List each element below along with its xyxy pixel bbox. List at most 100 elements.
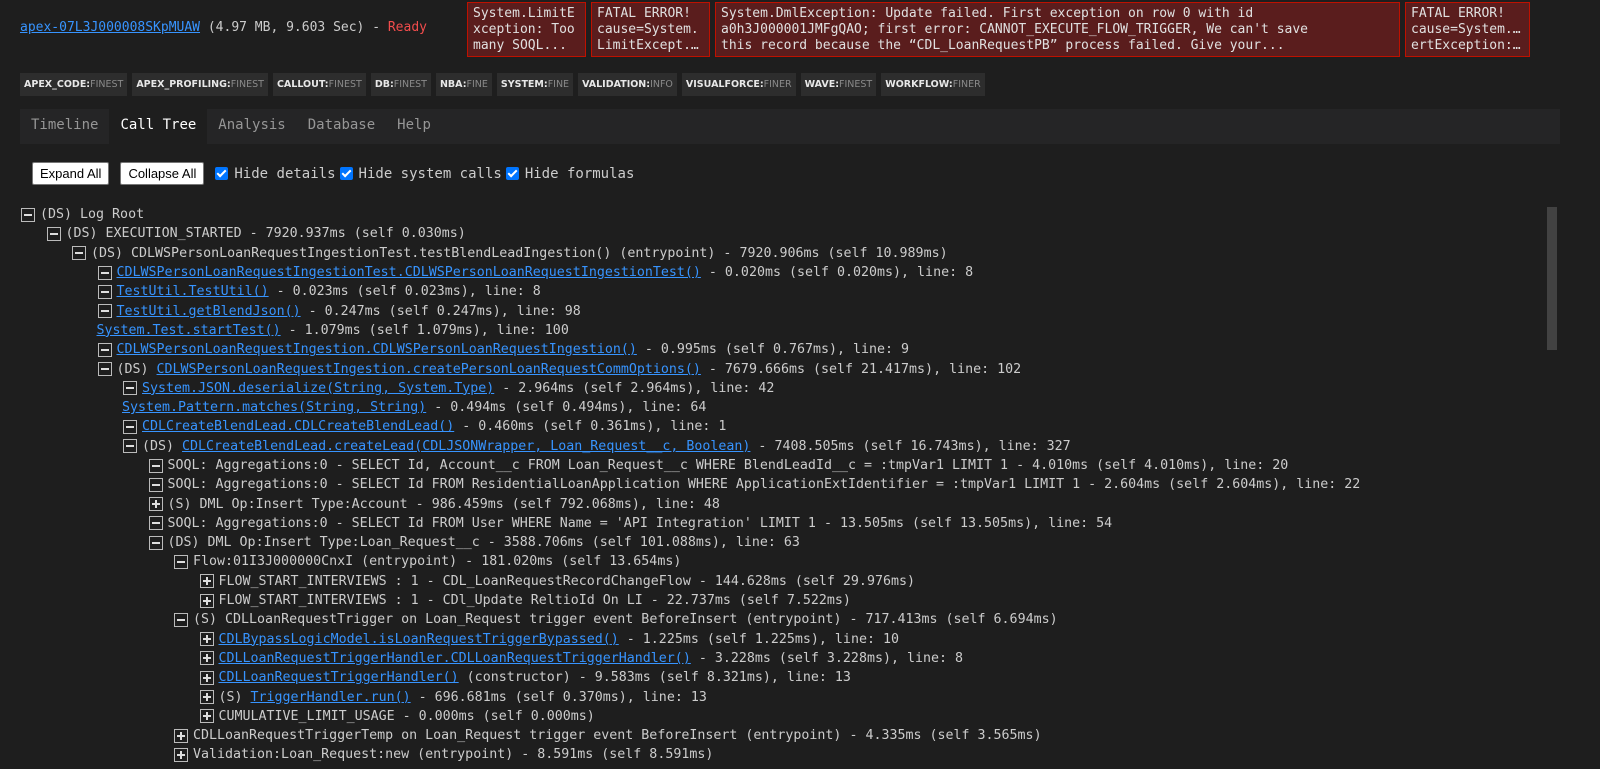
node-type-prefix: (DS) [142, 438, 183, 454]
collapse-node-icon[interactable] [123, 381, 137, 396]
checkbox-checked-icon[interactable] [505, 167, 519, 180]
collapse-node-icon[interactable] [72, 246, 86, 261]
expand-node-icon[interactable] [148, 497, 163, 512]
expand-node-icon[interactable] [199, 651, 214, 666]
hide-system-calls-label: Hide system calls [358, 165, 502, 182]
method-link[interactable]: TriggerHandler.run() [251, 688, 411, 707]
expand-node-icon[interactable] [199, 593, 214, 608]
collapse-node-icon[interactable] [123, 419, 137, 434]
log-header: apex-07L3J000008SKpMUAW (4.97 MB, 9.603 … [20, 20, 427, 35]
expand-node-icon[interactable] [199, 670, 214, 685]
tab-call-tree[interactable]: Call Tree [109, 109, 208, 144]
collapse-node-icon[interactable] [148, 477, 163, 492]
tree-row: (DS) CDLWSPersonLoanRequestIngestionTest… [20, 244, 1545, 263]
error-text-line: FATAL ERROR! [597, 6, 691, 21]
method-link[interactable]: CDLWSPersonLoanRequestIngestion.CDLWSPer… [117, 340, 637, 359]
tab-database[interactable]: Database [297, 109, 386, 144]
method-link[interactable]: System.JSON.deserialize(String, System.T… [142, 379, 494, 398]
collapse-node-icon[interactable] [97, 304, 112, 319]
expand-node-icon[interactable] [174, 728, 188, 743]
tab-analysis[interactable]: Analysis [207, 109, 296, 144]
collapse-node-icon[interactable] [174, 612, 188, 627]
tree-row: Validation:Loan_Request:new (entrypoint)… [20, 745, 1545, 764]
tree-row: CDLLoanRequestTriggerTemp on Loan_Reques… [20, 726, 1545, 745]
expand-all-button[interactable]: Expand All [32, 162, 110, 185]
log-level-value: FINER [763, 79, 792, 90]
log-levels: APEX_CODE:FINEST APEX_PROFILING:FINEST CAL… [20, 73, 985, 96]
collapse-node-icon[interactable] [148, 458, 163, 473]
checkbox-checked-icon[interactable] [339, 167, 353, 180]
collapse-node-icon[interactable] [21, 207, 35, 222]
node-details: DML Op:Insert Type:Account - 986.459ms (… [199, 496, 720, 512]
tree-row: System.JSON.deserialize(String, System.T… [20, 379, 1545, 398]
node-details: - 0.023ms (self 0.023ms), line: 8 [268, 284, 541, 300]
tree-row: CDLLoanRequestTriggerHandler() (construc… [20, 668, 1545, 687]
error-text-line: many SOQL... [473, 38, 567, 53]
error-notification[interactable]: FATAL ERROR! cause=System. LimitExcept..… [591, 2, 710, 57]
method-link[interactable]: CDLWSPersonLoanRequestIngestion.createPe… [157, 360, 701, 379]
expand-node-icon[interactable] [199, 574, 214, 589]
hide-formulas-label: Hide formulas [524, 165, 635, 182]
node-details: - 1.225ms (self 1.225ms), line: 10 [618, 631, 899, 647]
log-level-category: VALIDATION: [582, 79, 651, 90]
collapse-node-icon[interactable] [148, 535, 163, 550]
collapse-node-icon[interactable] [46, 226, 61, 241]
log-level-value: FINEST [393, 79, 427, 90]
hide-details-checkbox[interactable]: Hide details [215, 166, 336, 182]
collapse-node-icon[interactable] [97, 362, 112, 377]
expand-node-icon[interactable] [199, 690, 214, 705]
checkbox-checked-icon[interactable] [215, 167, 229, 180]
tree-row: CDLCreateBlendLead.CDLCreateBlendLead() … [20, 417, 1545, 436]
method-link[interactable]: CDLCreateBlendLead.createLead(CDLJSONWra… [182, 437, 750, 456]
method-link[interactable]: CDLBypassLogicModel.isLoanRequestTrigger… [219, 630, 619, 649]
call-tree: (DS) Log Root (DS) EXECUTION_STARTED - 79… [20, 205, 1545, 769]
expand-node-icon[interactable] [199, 632, 214, 647]
tree-row: (DS) CDLWSPersonLoanRequestIngestion.cre… [20, 359, 1545, 378]
log-level-category: SYSTEM: [500, 79, 548, 90]
method-link[interactable]: TestUtil.TestUtil() [117, 282, 269, 301]
node-details: - 0.460ms (self 0.361ms), line: 1 [454, 419, 727, 435]
collapse-node-icon[interactable] [148, 516, 163, 531]
node-details: - 0.494ms (self 0.494ms), line: 64 [426, 400, 707, 416]
hide-formulas-checkbox[interactable]: Hide formulas [505, 165, 635, 182]
collapse-node-icon[interactable] [123, 439, 137, 454]
tab-help[interactable]: Help [386, 109, 442, 144]
error-notification[interactable]: System.DmlException: Update failed. Firs… [715, 2, 1400, 57]
method-link[interactable]: TestUtil.getBlendJson() [117, 302, 301, 321]
node-type-prefix: (DS) [116, 361, 157, 377]
hide-system-calls-checkbox[interactable]: Hide system calls [339, 165, 502, 182]
collapse-node-icon[interactable] [97, 265, 112, 280]
expand-node-icon[interactable] [199, 709, 214, 724]
method-link[interactable]: System.Test.startTest() [97, 321, 281, 340]
log-level-value: FINEST [839, 79, 873, 90]
expand-node-icon[interactable] [174, 747, 188, 762]
node-details: DML Op:Insert Type:Loan_Request__c - 358… [207, 535, 800, 551]
node-type-prefix: (S) [167, 496, 200, 512]
tree-row: SOQL: Aggregations:0 - SELECT Id, Accoun… [20, 456, 1545, 475]
node-details: Log Root [80, 207, 145, 223]
error-text-line: this record because the “CDL_LoanRequest… [721, 38, 1285, 53]
method-link[interactable]: System.Pattern.matches(String, String) [122, 398, 426, 417]
tree-row: CDLBypassLogicModel.isLoanRequestTrigger… [20, 630, 1545, 649]
collapse-node-icon[interactable] [97, 284, 112, 299]
error-notification[interactable]: FATAL ERROR! cause=System.Ass ertExcepti… [1405, 2, 1530, 57]
collapse-node-icon[interactable] [97, 342, 112, 357]
log-file-link[interactable]: apex-07L3J000008SKpMUAW [20, 20, 200, 35]
vertical-scrollbar[interactable] [1547, 207, 1557, 350]
error-text-line: a0h3J000001JMFgQAO; first error: CANNOT_… [721, 22, 1308, 37]
method-link[interactable]: CDLWSPersonLoanRequestIngestionTest.CDLW… [117, 263, 701, 282]
node-details: SOQL: Aggregations:0 - SELECT Id FROM Us… [167, 515, 1113, 531]
tab-timeline[interactable]: Timeline [20, 109, 109, 144]
method-link[interactable]: CDLLoanRequestTriggerHandler.CDLLoanRequ… [219, 649, 691, 668]
tree-row: (DS) Log Root [20, 205, 1545, 224]
method-link[interactable]: CDLCreateBlendLead.CDLCreateBlendLead() [142, 417, 454, 436]
method-link[interactable]: CDLLoanRequestTriggerHandler() [219, 668, 459, 687]
log-level-badge: VALIDATION:INFO [578, 73, 677, 96]
error-notification[interactable]: System.LimitE xception: Too many SOQL... [467, 2, 586, 57]
tree-row: System.Test.startTest() - 1.079ms (self … [20, 321, 1545, 340]
status-text: Ready [387, 20, 427, 35]
node-details: - 7408.505ms (self 16.743ms), line: 327 [750, 438, 1071, 454]
collapse-node-icon[interactable] [174, 554, 188, 569]
error-text-line: cause=System. [597, 22, 699, 37]
collapse-all-button[interactable]: Collapse All [120, 162, 205, 185]
